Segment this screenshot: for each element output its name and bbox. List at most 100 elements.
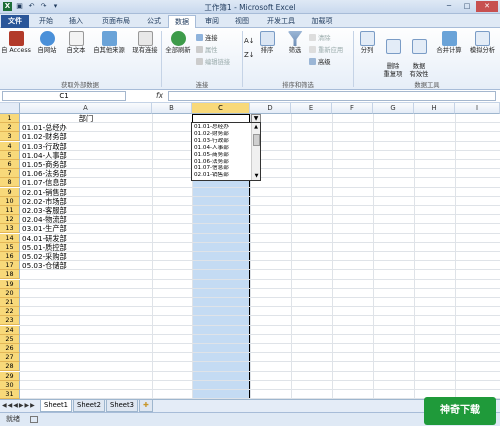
table-cell[interactable]: 05.01-质控部 [22,243,150,252]
tab-addins[interactable]: 加载项 [305,15,339,28]
row-header[interactable]: 27 [0,353,20,363]
row-header[interactable]: 2 [0,123,20,133]
dropdown-item[interactable]: 01.02-财务部 [194,131,250,138]
scroll-thumb[interactable] [253,134,260,146]
edit-links-button[interactable]: 编辑链接 [196,57,230,66]
row-header[interactable]: 22 [0,307,20,317]
select-all-corner[interactable] [0,103,20,114]
what-if-analysis-button[interactable]: 模拟分析 [466,31,499,55]
header-cell[interactable]: 部门 [20,114,152,123]
table-cell[interactable]: 01.07-信息部 [22,178,150,187]
properties-button[interactable]: 属性 [196,45,218,54]
tab-developer[interactable]: 开发工具 [260,15,302,28]
table-cell[interactable]: 05.02-采购部 [22,252,150,261]
table-cell[interactable]: 01.01-总经办 [22,123,150,132]
column-header-e[interactable]: E [291,103,332,114]
consolidate-button[interactable]: 合并计算 [433,31,465,55]
tab-insert[interactable]: 插入 [63,15,89,28]
row-header[interactable]: 7 [0,169,20,179]
table-cell[interactable]: 05.03-仓储部 [22,261,150,270]
row-header[interactable]: 19 [0,279,20,289]
row-header[interactable]: 1 [0,114,20,123]
minimize-button[interactable]: ─ [440,1,458,12]
table-cell[interactable]: 04.01-研发部 [22,234,150,243]
maximize-button[interactable]: □ [458,1,476,12]
sort-button[interactable]: 排序 [256,31,278,55]
dropdown-item[interactable]: 01.01-总经办 [194,124,250,131]
row-header[interactable]: 5 [0,150,20,160]
from-access-button[interactable]: 自 Access [1,31,31,55]
column-header-f[interactable]: F [332,103,373,114]
row-header[interactable]: 10 [0,196,20,206]
table-cell[interactable]: 01.05-商务部 [22,160,150,169]
clear-button[interactable]: 清除 [309,33,331,42]
tab-file[interactable]: 文件 [1,15,29,28]
sheet-tab-3[interactable]: Sheet3 [106,400,138,412]
row-header[interactable]: 17 [0,261,20,271]
filter-button[interactable]: 筛选 [283,31,307,55]
dropdown-item[interactable]: 02.01-销售部 [194,172,250,179]
sort-desc-button[interactable]: Z↓ [244,50,255,59]
name-box[interactable]: C1 [2,91,126,101]
insert-sheet-icon[interactable]: ✚ [139,400,153,412]
table-cell[interactable]: 02.04-物流部 [22,215,150,224]
table-cell[interactable]: 01.03-行政部 [22,142,150,151]
advanced-button[interactable]: 高级 [309,57,331,66]
row-header[interactable]: 9 [0,187,20,197]
row-header[interactable]: 18 [0,270,20,280]
tab-home[interactable]: 开始 [33,15,59,28]
sort-asc-button[interactable]: A↓ [244,36,255,45]
row-header[interactable]: 6 [0,160,20,169]
scroll-up-icon[interactable]: ▲ [252,123,260,131]
column-header-h[interactable]: H [414,103,455,114]
row-header[interactable]: 21 [0,298,20,307]
column-header-d[interactable]: D [250,103,291,114]
column-header-c[interactable]: C [192,103,250,114]
dropdown-item[interactable]: 01.06-法务部 [194,159,250,166]
from-web-button[interactable]: 自网站 [33,31,61,55]
dropdown-item[interactable]: 01.07-信息部 [194,165,250,172]
macro-record-icon[interactable] [30,416,38,423]
column-header-i[interactable]: I [455,103,500,114]
row-header[interactable]: 3 [0,132,20,142]
table-cell[interactable]: 01.06-法务部 [22,169,150,178]
row-header[interactable]: 24 [0,325,20,335]
row-header[interactable]: 13 [0,224,20,234]
tab-review[interactable]: 审阅 [199,15,225,28]
row-header[interactable]: 14 [0,233,20,243]
row-header[interactable]: 26 [0,344,20,353]
row-header[interactable]: 20 [0,288,20,298]
row-header[interactable]: 31 [0,390,20,399]
row-header[interactable]: 11 [0,206,20,215]
row-header[interactable]: 8 [0,178,20,188]
from-text-button[interactable]: 自文本 [62,31,90,55]
row-header[interactable]: 28 [0,362,20,372]
column-header-g[interactable]: G [373,103,414,114]
reapply-button[interactable]: 重新应用 [309,45,343,54]
refresh-all-button[interactable]: 全部刷新 [163,31,193,55]
column-header-b[interactable]: B [152,103,192,114]
row-header[interactable]: 25 [0,334,20,344]
fx-icon[interactable]: fx [156,91,163,100]
tab-formulas[interactable]: 公式 [141,15,167,28]
formula-input[interactable] [168,91,496,101]
dropdown-item[interactable]: 01.04-人事部 [194,145,250,152]
sheet-tab-1[interactable]: Sheet1 [40,400,72,412]
row-header[interactable]: 15 [0,242,20,252]
existing-connections-button[interactable]: 现有连接 [130,31,160,55]
remove-duplicates-button[interactable]: 删除 重复项 [381,31,405,79]
column-header-a[interactable]: A [20,103,152,114]
tab-page-layout[interactable]: 页面布局 [94,15,138,28]
sheet-tab-2[interactable]: Sheet2 [73,400,105,412]
row-header[interactable]: 30 [0,380,20,390]
tab-view[interactable]: 视图 [229,15,255,28]
table-cell[interactable]: 03.01-生产部 [22,224,150,233]
row-header[interactable]: 29 [0,371,20,381]
table-cell[interactable]: 02.02-市场部 [22,197,150,206]
row-header[interactable]: 12 [0,215,20,225]
dropdown-item[interactable]: 01.03-行政部 [194,138,250,145]
connections-button[interactable]: 连接 [196,33,218,42]
row-header[interactable]: 16 [0,252,20,261]
table-cell[interactable]: 01.04-人事部 [22,151,150,160]
table-cell[interactable]: 01.02-财务部 [22,132,150,141]
